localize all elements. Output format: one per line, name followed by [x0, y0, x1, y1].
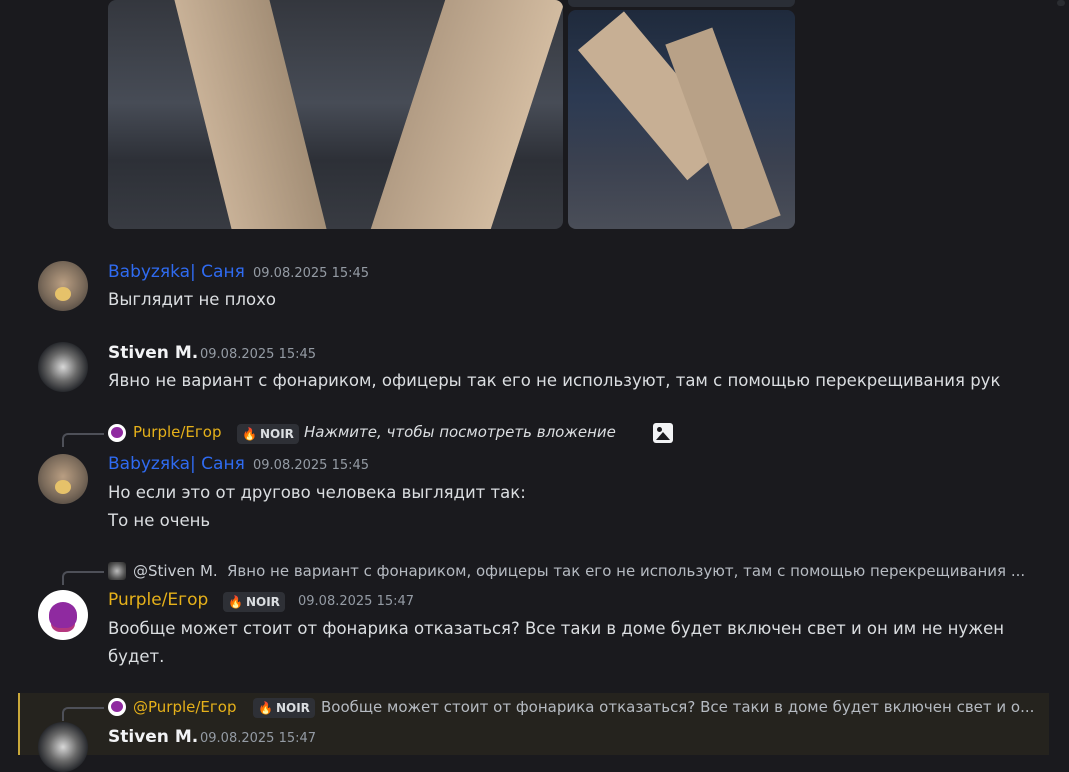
author-name[interactable]: Babyzяka| Саня: [108, 454, 245, 474]
message-text: будет.: [108, 647, 165, 666]
arm-left: [174, 0, 327, 229]
reply-preview[interactable]: Нажмите, чтобы посмотреть вложение: [304, 423, 616, 441]
avatar[interactable]: [38, 261, 88, 311]
reply-connector: [62, 571, 104, 585]
role-tag-label: NOIR: [259, 427, 294, 441]
reply-avatar[interactable]: [108, 698, 126, 716]
role-tag: 🔥 NOIR: [253, 698, 315, 718]
image-attachment-2-top: [568, 0, 795, 7]
avatar[interactable]: [38, 454, 88, 504]
author-name[interactable]: Stiven M.: [108, 727, 198, 747]
timestamp: 09.08.2025 15:47: [200, 731, 317, 746]
avatar[interactable]: [38, 342, 88, 392]
reply-avatar[interactable]: [108, 424, 126, 442]
arm-right: [370, 0, 563, 229]
image-attachment-2[interactable]: [568, 10, 795, 229]
reply-preview[interactable]: Явно не вариант с фонариком, офицеры так…: [227, 562, 1025, 580]
timestamp: 09.08.2025 15:45: [253, 266, 370, 281]
author-name[interactable]: Stiven M.: [108, 343, 198, 363]
reply-author[interactable]: @Stiven M.: [133, 562, 218, 580]
reply-preview[interactable]: Вообще может стоит от фонарика отказатьс…: [321, 698, 1034, 716]
fire-icon: 🔥: [242, 427, 257, 441]
image-icon[interactable]: [653, 423, 673, 443]
avatar[interactable]: [38, 722, 88, 772]
message-text: Явно не вариант с фонариком, офицеры так…: [108, 371, 1001, 390]
scrollbar-thumb[interactable]: [1057, 0, 1065, 6]
reply-avatar[interactable]: [108, 562, 126, 580]
message-text: То не очень: [108, 511, 211, 530]
fire-icon: 🔥: [228, 595, 243, 609]
reply-connector: [62, 433, 104, 447]
message-text: Вообще может стоит от фонарика отказатьс…: [108, 619, 1005, 638]
author-name[interactable]: Purple/Егор: [108, 590, 208, 610]
role-tag-label: NOIR: [275, 701, 310, 715]
reply-author[interactable]: Purple/Егор: [133, 423, 221, 441]
timestamp: 09.08.2025 15:45: [253, 458, 370, 473]
reply-connector: [62, 707, 104, 721]
image-attachment-1[interactable]: [108, 0, 563, 229]
author-name[interactable]: Babyzяka| Саня: [108, 262, 245, 282]
role-tag-label: NOIR: [245, 595, 280, 609]
role-tag: 🔥 NOIR: [237, 424, 299, 444]
role-tag: 🔥 NOIR: [223, 592, 285, 612]
scrollbar[interactable]: [1051, 0, 1069, 755]
reply-author[interactable]: @Purple/Егор: [133, 698, 236, 716]
timestamp: 09.08.2025 15:45: [200, 347, 317, 362]
avatar[interactable]: [38, 590, 88, 640]
message-text: Но если это от другово человека выглядит…: [108, 483, 526, 502]
message-text: Выглядит не плохо: [108, 290, 276, 309]
fire-icon: 🔥: [258, 701, 273, 715]
timestamp: 09.08.2025 15:47: [298, 594, 415, 609]
